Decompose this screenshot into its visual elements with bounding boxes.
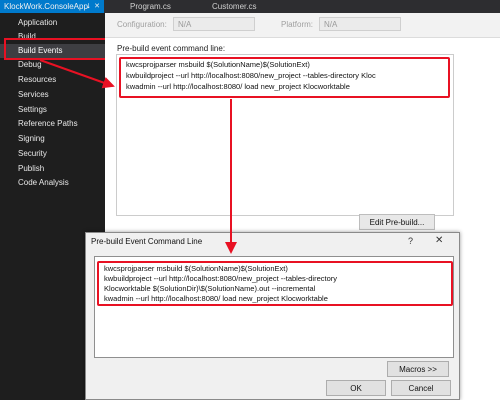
prebuild-command-label: Pre-build event command line: bbox=[117, 44, 226, 53]
configuration-label: Configuration: bbox=[117, 20, 167, 29]
nav-item-resources[interactable]: Resources bbox=[0, 73, 105, 87]
close-icon[interactable]: ✕ bbox=[435, 235, 443, 246]
document-tab-strip: KlockWork.ConsoleApp ⭣ ✕ Program.cs Cust… bbox=[0, 0, 500, 13]
command-line: kwbuildproject --url http://localhost:80… bbox=[126, 71, 376, 80]
nav-item-signing[interactable]: Signing bbox=[0, 132, 105, 146]
command-line: kwcsprojparser msbuild $(SolutionName)$(… bbox=[104, 264, 288, 273]
tab-customer-cs[interactable]: Customer.cs bbox=[212, 0, 256, 13]
edit-prebuild-button[interactable]: Edit Pre-build... bbox=[359, 214, 435, 230]
tab-label: KlockWork.ConsoleApp bbox=[4, 2, 88, 11]
tab-klockwork-consoleapp[interactable]: KlockWork.ConsoleApp ⭣ ✕ bbox=[0, 0, 104, 13]
command-line: kwcsprojparser msbuild $(SolutionName)$(… bbox=[126, 60, 310, 69]
prebuild-event-dialog: Pre-build Event Command Line ? ✕ kwcspro… bbox=[85, 232, 460, 400]
selected-item-highlight bbox=[4, 38, 108, 60]
nav-item-security[interactable]: Security bbox=[0, 147, 105, 161]
nav-item-application[interactable]: Application bbox=[0, 16, 105, 30]
command-highlight-box: kwcsprojparser msbuild $(SolutionName)$(… bbox=[119, 57, 450, 98]
prebuild-command-textbox[interactable]: kwcsprojparser msbuild $(SolutionName)$(… bbox=[116, 54, 454, 216]
dialog-command-textbox[interactable]: kwcsprojparser msbuild $(SolutionName)$(… bbox=[94, 256, 454, 358]
dialog-title: Pre-build Event Command Line bbox=[91, 237, 203, 246]
ok-button[interactable]: OK bbox=[326, 380, 386, 396]
command-line: Klocworktable $(SolutionDir)\$(SolutionN… bbox=[104, 284, 316, 293]
command-line: kwadmin --url http://localhost:8080/ loa… bbox=[126, 82, 350, 91]
command-highlight-box: kwcsprojparser msbuild $(SolutionName)$(… bbox=[97, 261, 453, 306]
nav-item-services[interactable]: Services bbox=[0, 88, 105, 102]
command-line: kwadmin --url http://localhost:8080/ loa… bbox=[104, 294, 328, 303]
tab-program-cs[interactable]: Program.cs bbox=[130, 0, 171, 13]
configuration-select[interactable]: N/A bbox=[173, 17, 255, 31]
nav-item-reference-paths[interactable]: Reference Paths bbox=[0, 117, 105, 131]
configuration-bar: Configuration: N/A Platform: N/A bbox=[105, 13, 500, 38]
command-line: kwbuildproject --url http://localhost:80… bbox=[104, 274, 338, 283]
cancel-button[interactable]: Cancel bbox=[391, 380, 451, 396]
platform-select[interactable]: N/A bbox=[319, 17, 401, 31]
nav-item-publish[interactable]: Publish bbox=[0, 162, 105, 176]
nav-item-code-analysis[interactable]: Code Analysis bbox=[0, 176, 105, 190]
platform-label: Platform: bbox=[281, 20, 314, 29]
pin-icon[interactable]: ⭣ bbox=[87, 0, 90, 13]
macros-button[interactable]: Macros >> bbox=[387, 361, 449, 377]
close-icon[interactable]: ✕ bbox=[94, 0, 100, 13]
nav-item-settings[interactable]: Settings bbox=[0, 103, 105, 117]
nav-item-debug[interactable]: Debug bbox=[0, 58, 105, 72]
help-icon[interactable]: ? bbox=[408, 236, 413, 246]
